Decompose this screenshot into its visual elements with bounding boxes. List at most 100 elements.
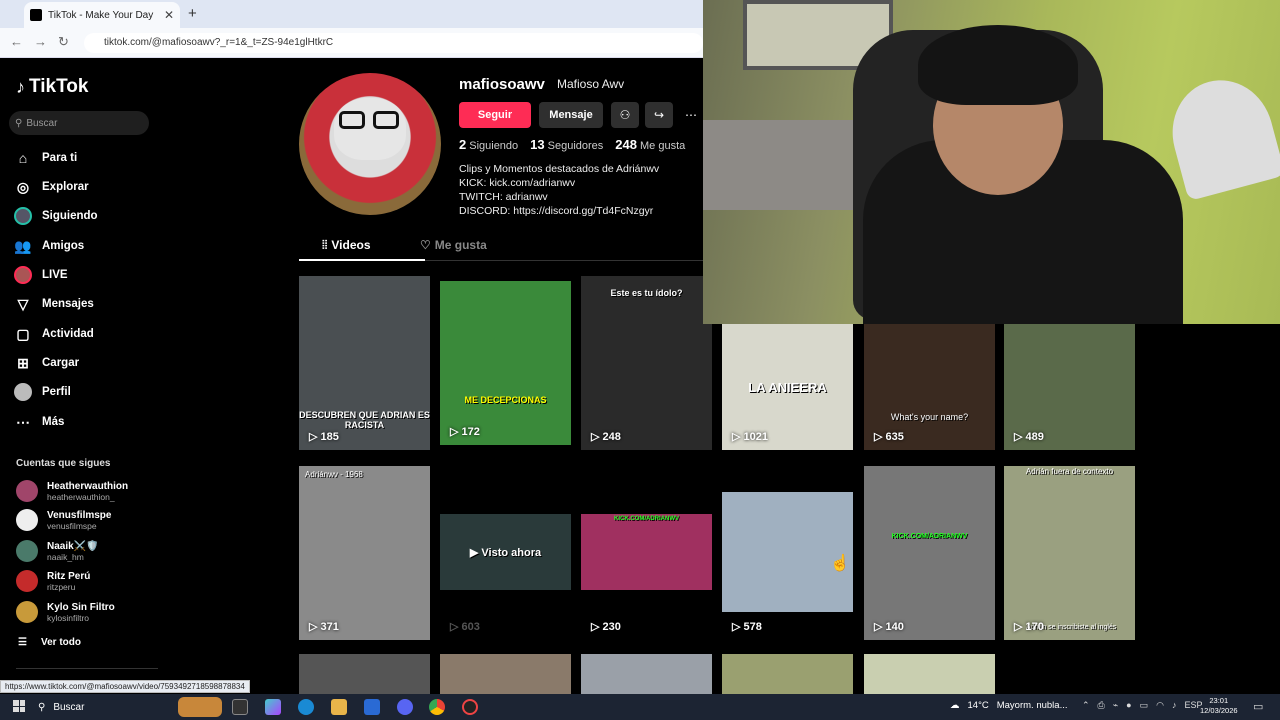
nav-siguiendo[interactable]: Siguiendo — [14, 206, 98, 226]
store-icon[interactable] — [364, 699, 380, 715]
nav-explorar[interactable]: ◎ Explorar — [14, 177, 89, 197]
following-count: 2 — [459, 137, 467, 152]
following-account[interactable]: Kylo Sin Filtro kylosinfiltro — [16, 601, 115, 623]
video-thumbnail[interactable] — [440, 654, 571, 694]
view-count: ▷ 185 — [309, 431, 339, 443]
video-thumbnail[interactable] — [299, 654, 430, 694]
discord-icon[interactable] — [397, 699, 413, 715]
search-icon: ⚲ — [38, 701, 46, 713]
reload-icon[interactable]: ↻ — [58, 34, 69, 50]
widget-icon[interactable] — [178, 697, 222, 717]
more-icon: ⋯ — [16, 413, 30, 430]
following-label: Siguiendo — [469, 140, 519, 152]
more-options-icon[interactable]: ⋯ — [679, 102, 703, 128]
account-handle: heatherwauthion_ — [47, 491, 115, 502]
following-account[interactable]: Heatherwauthion heatherwauthion_ — [16, 480, 128, 502]
video-thumbnail[interactable]: KICK.COM/ADRIANWV ▷ 140 — [864, 466, 995, 640]
network-icon[interactable]: ⌁ — [1113, 700, 1118, 711]
forward-icon[interactable]: → — [34, 34, 47, 49]
copilot-icon[interactable] — [265, 699, 281, 715]
view-count: ▷ 635 — [874, 431, 904, 443]
video-caption: LA ANIEERA — [748, 380, 827, 395]
video-thumbnail[interactable] — [864, 654, 995, 694]
add-friend-icon[interactable]: ⚇ — [611, 102, 639, 128]
close-tab-icon[interactable]: ✕ — [164, 8, 174, 22]
nav-label: Para ti — [42, 152, 78, 164]
nav-para-ti[interactable]: ⌂ Para ti — [14, 148, 77, 168]
video-preview — [722, 492, 853, 612]
task-view-icon[interactable] — [232, 699, 248, 715]
compass-icon: ◎ — [16, 178, 30, 195]
following-account[interactable]: Naaik⚔️🛡️ naaik_hm — [16, 540, 99, 562]
nav-perfil[interactable]: Perfil — [14, 382, 71, 402]
see-all-button[interactable]: ☰ Ver todo — [18, 637, 81, 648]
video-thumbnail[interactable]: ME DECEPCIONAS ▷ 172 — [440, 281, 571, 445]
follow-button[interactable]: Seguir — [459, 102, 531, 128]
obs-icon[interactable] — [462, 699, 478, 715]
nav-amigos[interactable]: 👥 Amigos — [14, 236, 84, 256]
bio-link[interactable]: DISCORD: https://discord.gg/Td4FcNzgyr — [459, 204, 659, 218]
chrome-icon[interactable] — [429, 699, 445, 715]
search-placeholder: Buscar — [26, 117, 58, 129]
chevron-up-icon[interactable]: ⌃ — [1082, 700, 1090, 711]
new-tab-icon[interactable]: + — [188, 5, 197, 22]
avatar — [16, 509, 38, 531]
search-input[interactable]: ⚲ Buscar — [9, 111, 149, 135]
wifi-icon[interactable]: ◠ — [1156, 700, 1164, 711]
printer-icon[interactable]: ⎙ — [1098, 700, 1105, 711]
taskbar-clock[interactable]: 23:01 12/03/2026 — [1200, 696, 1238, 716]
home-icon: ⌂ — [18, 150, 28, 166]
notification-icon[interactable]: ▭ — [1253, 700, 1263, 713]
followers-stat[interactable]: 13 Seguidores — [530, 137, 603, 152]
volume-icon[interactable]: ♪ — [1172, 700, 1177, 711]
nav-actividad[interactable]: ▢ Actividad — [14, 324, 93, 344]
nav-mensajes[interactable]: ▽ Mensajes — [14, 294, 94, 314]
video-thumbnail[interactable]: ▷ 489 — [1004, 324, 1135, 450]
message-button[interactable]: Mensaje — [539, 102, 603, 128]
nav-mas[interactable]: ⋯ Más — [14, 412, 64, 432]
video-thumbnail[interactable]: Este es tu ídolo? ▷ 248 — [581, 276, 712, 450]
video-thumbnail[interactable]: What's your name? ▷ 635 — [864, 324, 995, 450]
nav-live[interactable]: LIVE — [14, 265, 68, 285]
following-account[interactable]: Ritz Perú ritzperu — [16, 570, 90, 592]
browser-tab[interactable]: TikTok - Make Your Day ✕ — [24, 2, 180, 28]
video-thumbnail[interactable]: ▶ Visto ahora ▷ 603 — [440, 466, 571, 640]
tab-videos[interactable]: ⦙⦙ Videos — [322, 238, 371, 253]
upload-icon: ⊞ — [17, 354, 29, 371]
tab-label: Videos — [331, 238, 371, 252]
following-stat[interactable]: 2 Siguiendo — [459, 137, 518, 152]
nav-cargar[interactable]: ⊞ Cargar — [14, 353, 79, 373]
file-explorer-icon[interactable] — [331, 699, 347, 715]
status-url: https://www.tiktok.com/@mafiosoawv/video… — [0, 680, 250, 693]
video-thumbnail[interactable]: KICK.COM/ADRIANWV ▷ 230 — [581, 466, 712, 640]
video-thumbnail[interactable] — [722, 654, 853, 694]
weather-widget[interactable]: ☁ 14°C Mayorm. nubla... — [950, 700, 1067, 711]
video-thumbnail[interactable] — [581, 654, 712, 694]
tiktok-logo[interactable]: ♪ TikTok — [16, 76, 88, 98]
tab-likes[interactable]: ♡ Me gusta — [420, 238, 487, 252]
video-thumbnail[interactable]: Adrián fuera de contexto Adrián se inscr… — [1004, 466, 1135, 640]
windows-start-icon[interactable] — [13, 700, 25, 712]
video-thumbnail[interactable]: LA ANIEERA ▷ 1021 — [722, 324, 853, 450]
system-tray: ⌃ ⎙ ⌁ ● ▭ ◠ ♪ ESP — [1082, 700, 1203, 711]
url-input[interactable]: tiktok.com/@mafiosoawv?_r=1&_t=ZS-94e1gl… — [84, 33, 703, 53]
account-handle: kylosinfiltro — [47, 612, 90, 623]
view-count: ▷ 603 — [450, 621, 480, 633]
following-account[interactable]: Venusfilmspe venusfilmspe — [16, 509, 111, 531]
see-all-label: Ver todo — [40, 637, 81, 648]
share-icon[interactable]: ↪ — [645, 102, 673, 128]
edge-icon[interactable] — [298, 699, 314, 715]
video-thumbnail[interactable]: Adriánwv - 1968 ▷ 371 — [299, 466, 430, 640]
watched-label: Visto ahora — [481, 547, 542, 559]
battery-icon[interactable]: ▭ — [1140, 700, 1149, 711]
cursor-hand-icon: ☝ — [830, 555, 850, 572]
video-thumbnail[interactable]: DESCUBREN QUE ADRIAN ES RACISTA ▷ 185 — [299, 276, 430, 450]
mic-icon[interactable]: ● — [1126, 700, 1131, 711]
bio-line: TWITCH: adrianwv — [459, 191, 548, 203]
video-preview — [581, 514, 712, 590]
bio-line: KICK: kick.com/adrianwv — [459, 177, 576, 189]
tab-title: TikTok - Make Your Day — [48, 9, 154, 21]
back-icon[interactable]: ← — [10, 34, 23, 49]
views: 635 — [885, 431, 904, 443]
search-icon: ⚲ — [15, 117, 23, 129]
